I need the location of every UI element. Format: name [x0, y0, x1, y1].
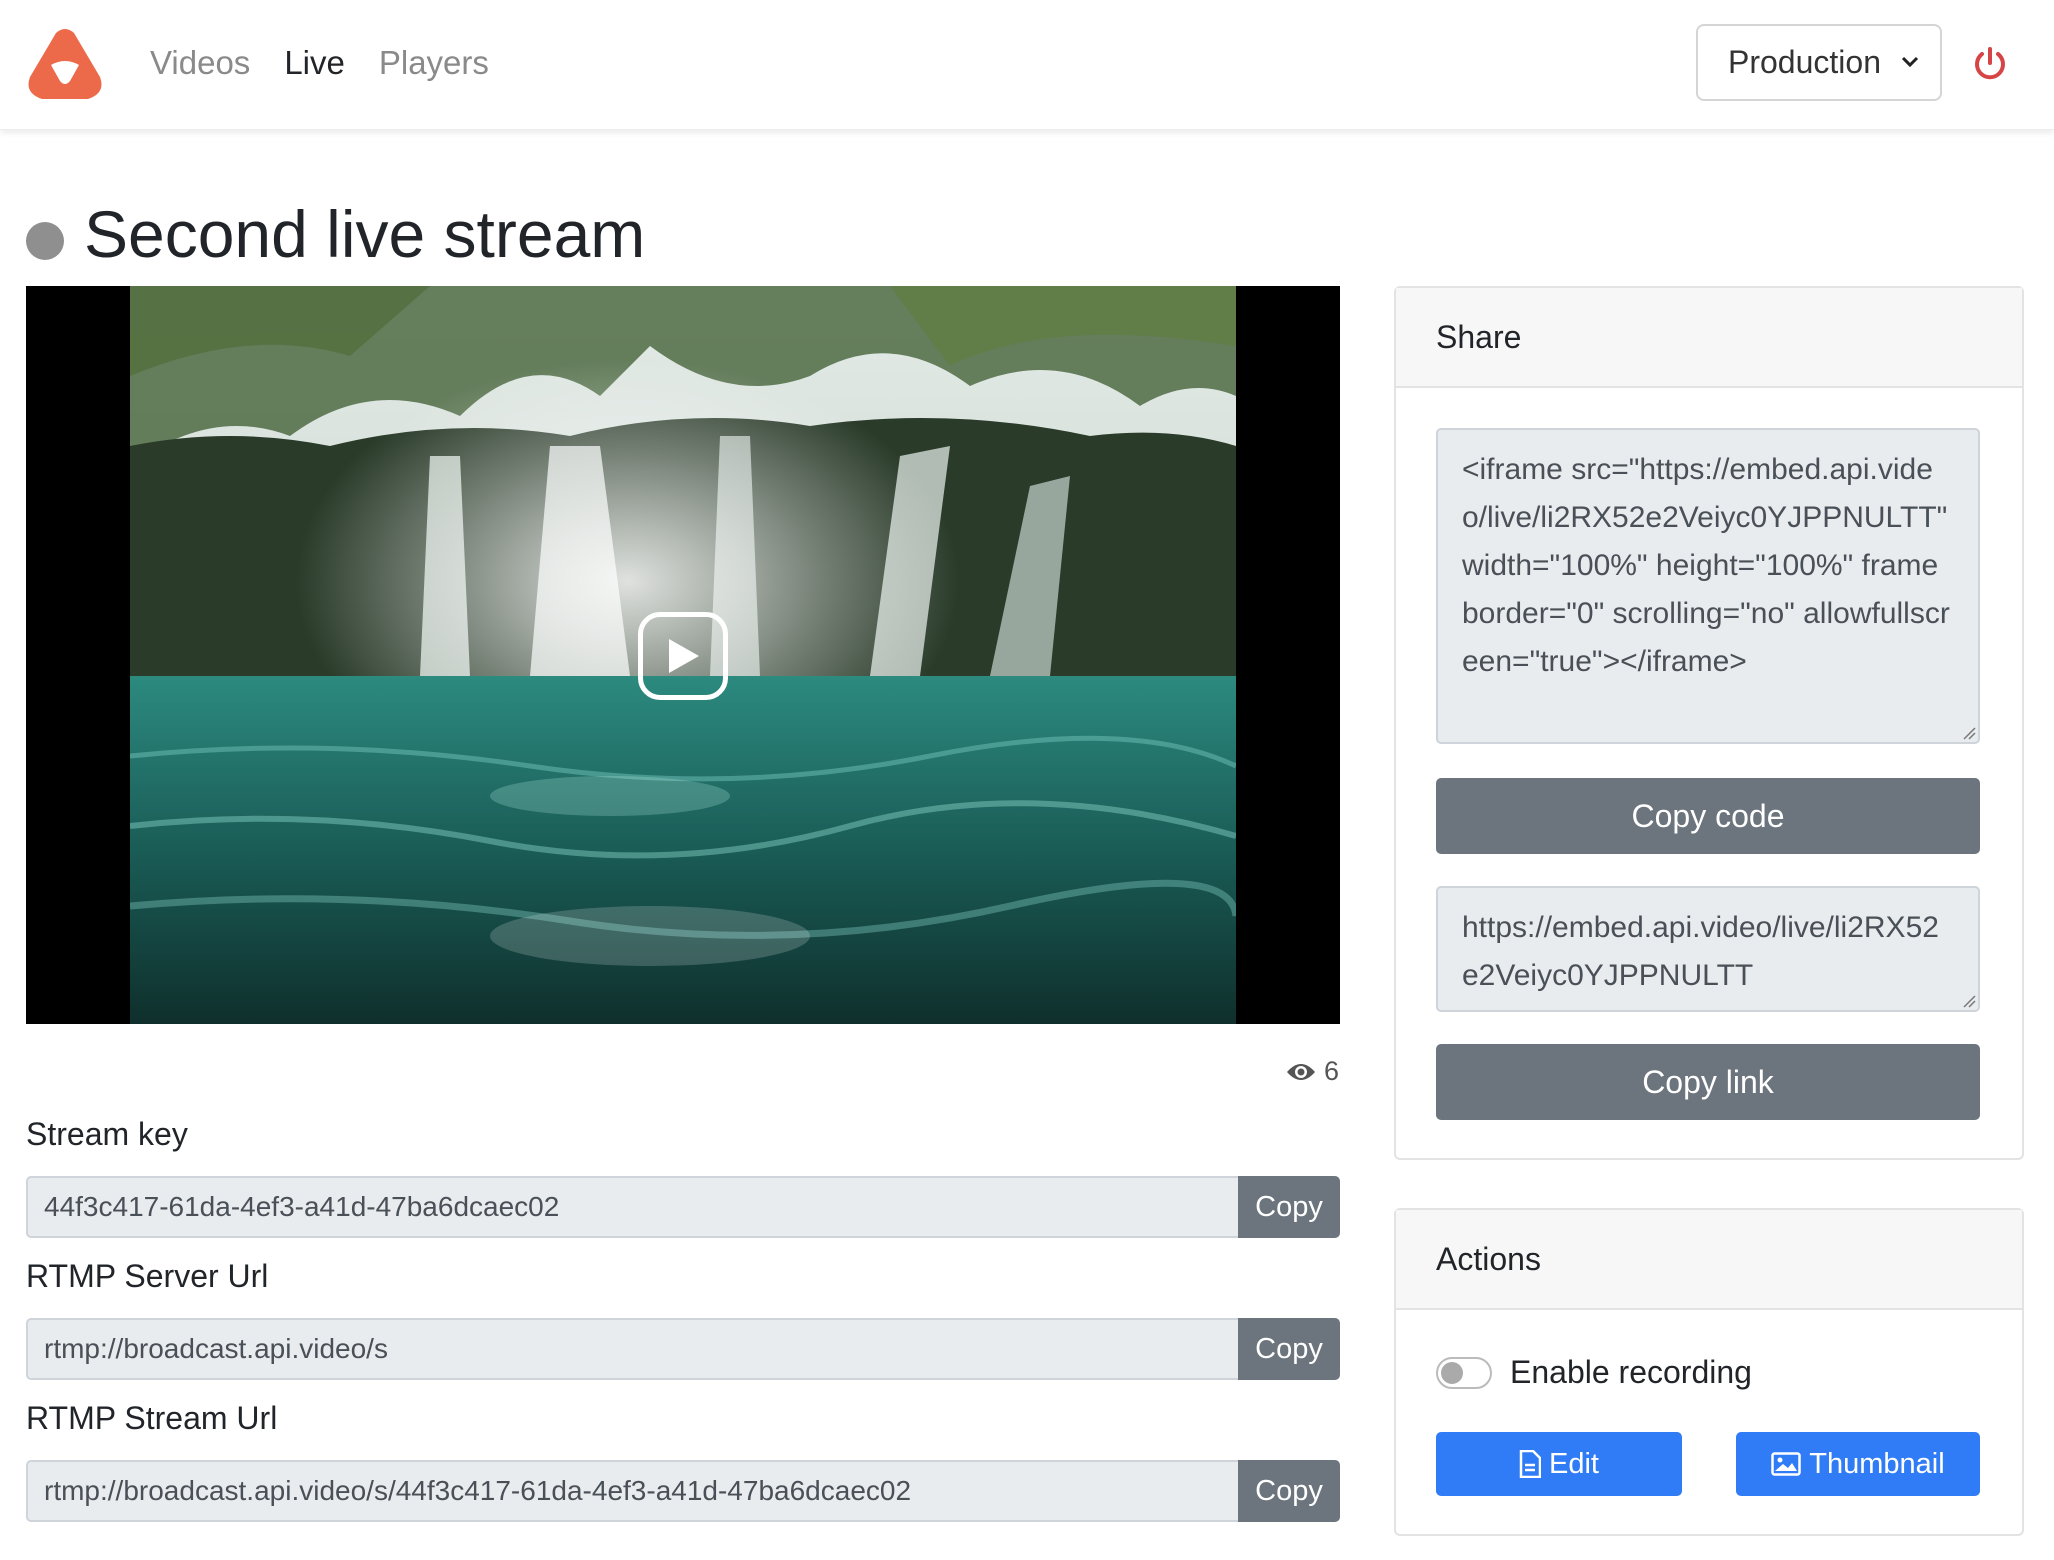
eye-icon [1287, 1063, 1315, 1080]
stream-key-label: Stream key [26, 1116, 188, 1152]
edit-button-label: Edit [1549, 1447, 1599, 1480]
rtmp-stream-url-input[interactable] [26, 1460, 1238, 1522]
resize-handle-icon[interactable] [1962, 994, 1976, 1008]
recording-toggle-row: Enable recording [1436, 1354, 1752, 1391]
page-title-row: Second live stream [26, 196, 645, 272]
nav-link-live[interactable]: Live [284, 44, 345, 82]
chevron-down-icon [1901, 56, 1919, 68]
rtmp-server-url-input[interactable] [26, 1318, 1238, 1380]
embed-link-textarea[interactable]: https://embed.api.video/live/li2RX52e2Ve… [1436, 886, 1980, 1012]
enable-recording-label: Enable recording [1510, 1354, 1752, 1390]
document-icon [1519, 1450, 1541, 1478]
share-card-header: Share [1396, 288, 2022, 388]
rtmp-server-url-label: RTMP Server Url [26, 1258, 269, 1294]
stream-key-group: Copy [26, 1176, 1340, 1238]
rtmp-server-url-group: Copy [26, 1318, 1340, 1380]
image-icon [1771, 1452, 1802, 1476]
stream-key-input[interactable] [26, 1176, 1238, 1238]
copy-rtmp-server-url-button[interactable]: Copy [1238, 1318, 1340, 1380]
view-count: 6 [1286, 1056, 1339, 1087]
copy-code-button[interactable]: Copy code [1436, 778, 1980, 854]
resize-handle-icon[interactable] [1962, 726, 1976, 740]
share-card: Share <iframe src="https://embed.api.vid… [1394, 286, 2024, 1160]
play-icon [669, 639, 699, 673]
embed-link-text: https://embed.api.video/live/li2RX52e2Ve… [1462, 911, 1939, 992]
embed-code-text: <iframe src="https://embed.api.video/liv… [1462, 453, 1950, 678]
api-video-logo[interactable] [26, 27, 104, 103]
page-title: Second live stream [84, 197, 646, 271]
play-button[interactable] [638, 612, 728, 700]
live-status-indicator [26, 222, 64, 260]
nav-link-videos[interactable]: Videos [150, 44, 250, 82]
copy-link-button[interactable]: Copy link [1436, 1044, 1980, 1120]
power-icon[interactable] [1972, 46, 2008, 82]
actions-card-header: Actions [1396, 1210, 2022, 1310]
view-count-value: 6 [1324, 1056, 1340, 1086]
nav-link-players[interactable]: Players [379, 44, 489, 82]
top-navbar: Videos Live Players Production [0, 0, 2054, 130]
copy-rtmp-stream-url-button[interactable]: Copy [1238, 1460, 1340, 1522]
enable-recording-toggle[interactable] [1436, 1356, 1492, 1389]
environment-select[interactable]: Production [1696, 24, 1942, 101]
edit-button[interactable]: Edit [1436, 1432, 1682, 1496]
copy-stream-key-button[interactable]: Copy [1238, 1176, 1340, 1238]
rtmp-stream-url-group: Copy [26, 1460, 1340, 1522]
video-player[interactable] [26, 286, 1340, 1024]
thumbnail-button[interactable]: Thumbnail [1736, 1432, 1980, 1496]
thumbnail-button-label: Thumbnail [1809, 1447, 1945, 1480]
rtmp-stream-url-label: RTMP Stream Url [26, 1400, 278, 1436]
embed-code-textarea[interactable]: <iframe src="https://embed.api.video/liv… [1436, 428, 1980, 744]
main-nav: Videos Live Players [150, 44, 489, 82]
environment-select-value: Production [1728, 44, 1881, 80]
actions-card: Actions Enable recording Edit Thumbnail [1394, 1208, 2024, 1536]
